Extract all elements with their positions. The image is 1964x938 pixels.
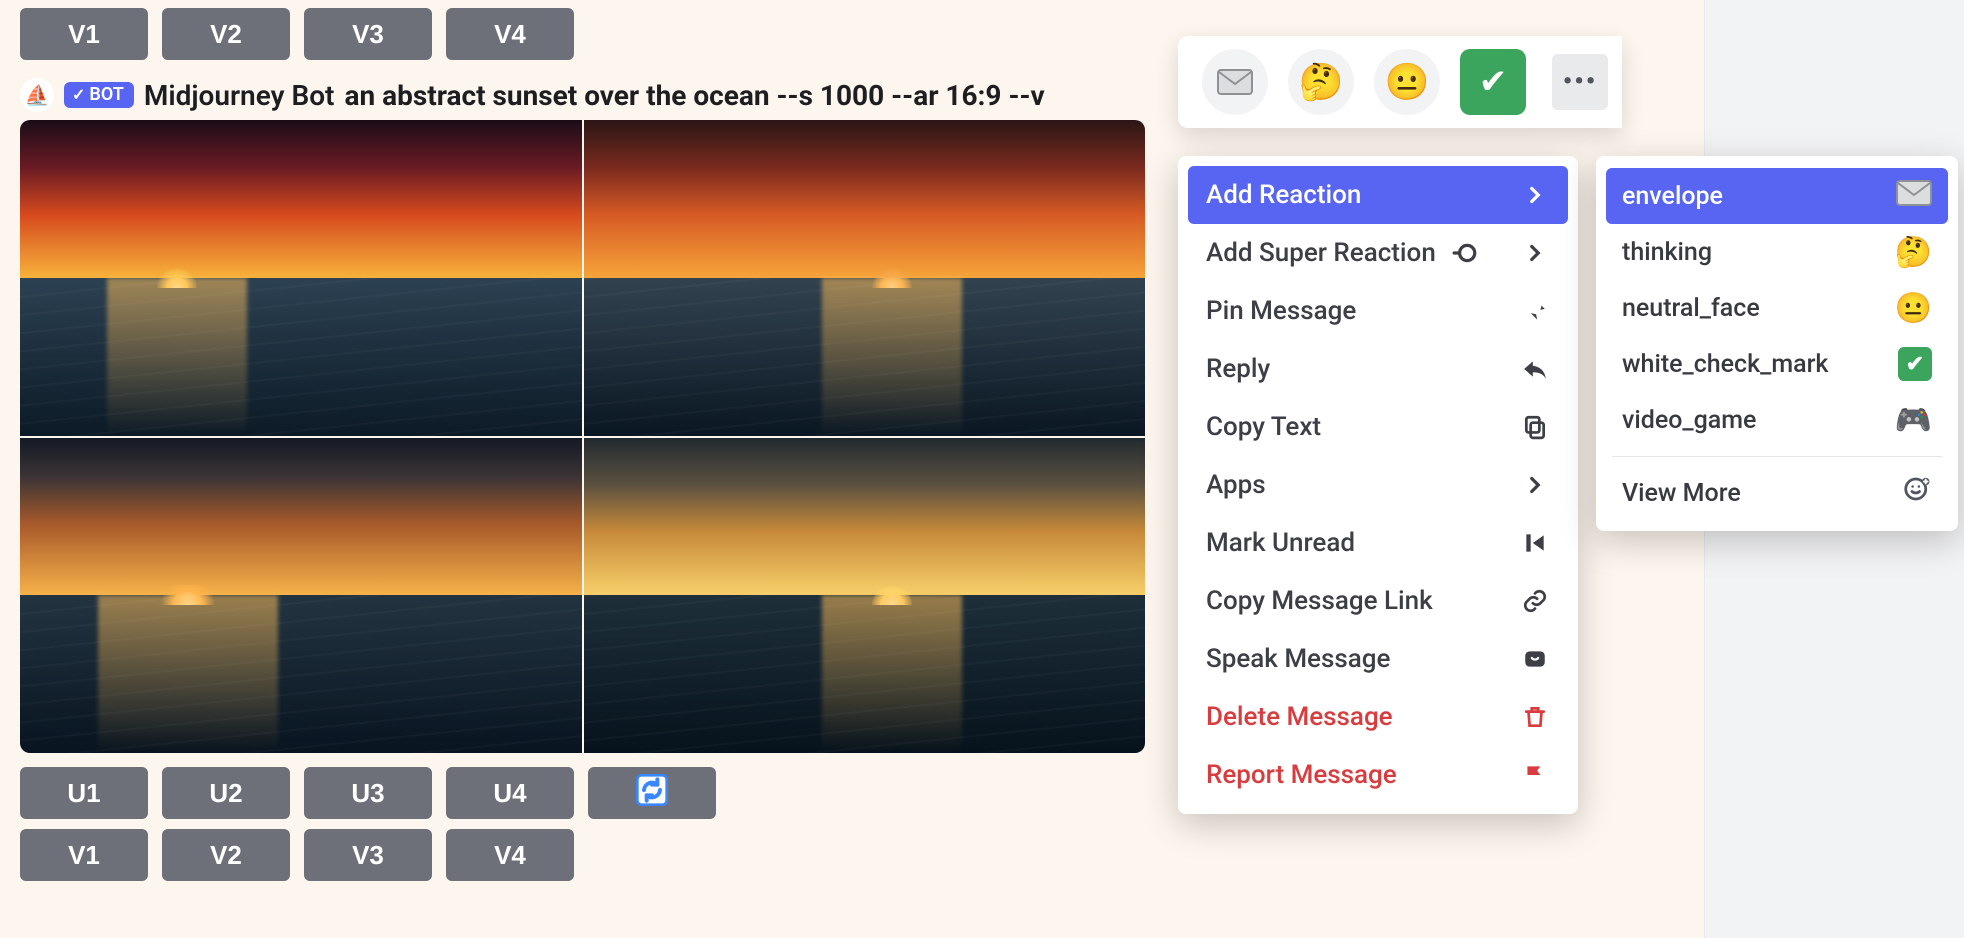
quick-react-thinking[interactable]: 🤔 <box>1288 49 1354 115</box>
react-neutral-face[interactable]: neutral_face 😐 <box>1606 280 1948 336</box>
v2-button-bottom[interactable]: V2 <box>162 829 290 881</box>
thumb-1[interactable] <box>20 120 582 436</box>
ctx-mark-unread[interactable]: Mark Unread <box>1188 514 1568 572</box>
v4-button-bottom[interactable]: V4 <box>446 829 574 881</box>
ctx-report-label: Report Message <box>1206 760 1397 790</box>
chevron-right-icon <box>1520 240 1550 266</box>
avatar[interactable]: ⛵ <box>20 78 54 112</box>
ctx-delete-message[interactable]: Delete Message <box>1188 688 1568 746</box>
u3-button[interactable]: U3 <box>304 767 432 819</box>
react-envelope[interactable]: envelope <box>1606 168 1948 224</box>
v3-button-top[interactable]: V3 <box>304 8 432 60</box>
ctx-reply[interactable]: Reply <box>1188 340 1568 398</box>
ctx-pin-message[interactable]: Pin Message <box>1188 282 1568 340</box>
u4-button[interactable]: U4 <box>446 767 574 819</box>
ctx-add-reaction-label: Add Reaction <box>1206 180 1361 210</box>
u1-button[interactable]: U1 <box>20 767 148 819</box>
video-game-emoji-icon: 🎮 <box>1895 403 1932 438</box>
author-name[interactable]: Midjourney Bot <box>144 79 335 112</box>
emoji-picker-icon <box>1902 474 1932 512</box>
ctx-report-message[interactable]: Report Message <box>1188 746 1568 804</box>
chevron-right-icon <box>1520 182 1550 208</box>
reply-icon <box>1520 356 1550 382</box>
ctx-add-super-reaction[interactable]: Add Super Reaction <box>1188 224 1568 282</box>
ctx-add-reaction[interactable]: Add Reaction <box>1188 166 1568 224</box>
ctx-copy-text-label: Copy Text <box>1206 412 1321 442</box>
image-grid[interactable] <box>20 120 1145 753</box>
unread-marker-icon <box>1520 530 1550 556</box>
copy-icon <box>1520 414 1550 440</box>
thumb-4[interactable] <box>584 438 1146 754</box>
ctx-copy-text[interactable]: Copy Text <box>1188 398 1568 456</box>
submenu-separator <box>1612 456 1942 457</box>
ctx-copy-link[interactable]: Copy Message Link <box>1188 572 1568 630</box>
ctx-reply-label: Reply <box>1206 354 1270 384</box>
check-mark-icon: ✔ <box>1898 347 1932 381</box>
link-icon <box>1520 588 1550 614</box>
envelope-icon <box>1896 180 1932 213</box>
variation-buttons-bottom: V1 V2 V3 V4 <box>20 829 1700 881</box>
react-thinking[interactable]: thinking 🤔 <box>1606 224 1948 280</box>
v2-button-top[interactable]: V2 <box>162 8 290 60</box>
message-context-menu: Add Reaction Add Super Reaction Pin Mess… <box>1178 156 1578 814</box>
ctx-speak-message[interactable]: Speak Message <box>1188 630 1568 688</box>
v3-button-bottom[interactable]: V3 <box>304 829 432 881</box>
ctx-delete-label: Delete Message <box>1206 702 1393 732</box>
react-video-game[interactable]: video_game 🎮 <box>1606 392 1948 448</box>
react-check-label: white_check_mark <box>1622 350 1828 379</box>
react-video-game-label: video_game <box>1622 406 1756 435</box>
more-actions-button[interactable]: ••• <box>1552 54 1608 110</box>
chevron-right-icon <box>1520 472 1550 498</box>
ctx-apps[interactable]: Apps <box>1188 456 1568 514</box>
pin-icon <box>1520 298 1550 324</box>
speak-icon <box>1520 646 1550 672</box>
flag-icon <box>1520 762 1550 788</box>
ctx-mark-unread-label: Mark Unread <box>1206 528 1355 558</box>
prompt-text: an abstract sunset over the ocean --s 10… <box>344 79 1044 112</box>
quick-reaction-bar: 🤔 😐 ✔ ••• <box>1178 36 1622 128</box>
v4-button-top[interactable]: V4 <box>446 8 574 60</box>
reroll-button[interactable] <box>588 767 716 819</box>
nitro-boost-icon <box>1450 240 1480 266</box>
ctx-speak-label: Speak Message <box>1206 644 1390 674</box>
v1-button-top[interactable]: V1 <box>20 8 148 60</box>
ctx-apps-label: Apps <box>1206 470 1266 500</box>
thumb-2[interactable] <box>584 120 1146 436</box>
u2-button[interactable]: U2 <box>162 767 290 819</box>
react-view-more-label: View More <box>1622 479 1741 508</box>
ctx-add-super-reaction-label: Add Super Reaction <box>1206 238 1436 268</box>
trash-icon <box>1520 704 1550 730</box>
ctx-copy-link-label: Copy Message Link <box>1206 586 1433 616</box>
ctx-pin-label: Pin Message <box>1206 296 1356 326</box>
reaction-submenu: envelope thinking 🤔 neutral_face 😐 white… <box>1596 156 1958 531</box>
react-view-more[interactable]: View More <box>1606 465 1948 521</box>
quick-react-check[interactable]: ✔ <box>1460 49 1526 115</box>
v1-button-bottom[interactable]: V1 <box>20 829 148 881</box>
react-neutral-label: neutral_face <box>1622 294 1760 323</box>
react-envelope-label: envelope <box>1622 182 1723 211</box>
quick-react-envelope[interactable] <box>1202 49 1268 115</box>
bot-badge: BOT <box>64 82 134 108</box>
thinking-emoji-icon: 🤔 <box>1895 235 1932 270</box>
thumb-3[interactable] <box>20 438 582 754</box>
envelope-icon <box>1217 69 1253 95</box>
quick-react-neutral[interactable]: 😐 <box>1374 49 1440 115</box>
react-white-check-mark[interactable]: white_check_mark ✔ <box>1606 336 1948 392</box>
react-thinking-label: thinking <box>1622 238 1712 267</box>
refresh-icon <box>636 774 668 813</box>
neutral-face-emoji-icon: 😐 <box>1895 291 1932 326</box>
